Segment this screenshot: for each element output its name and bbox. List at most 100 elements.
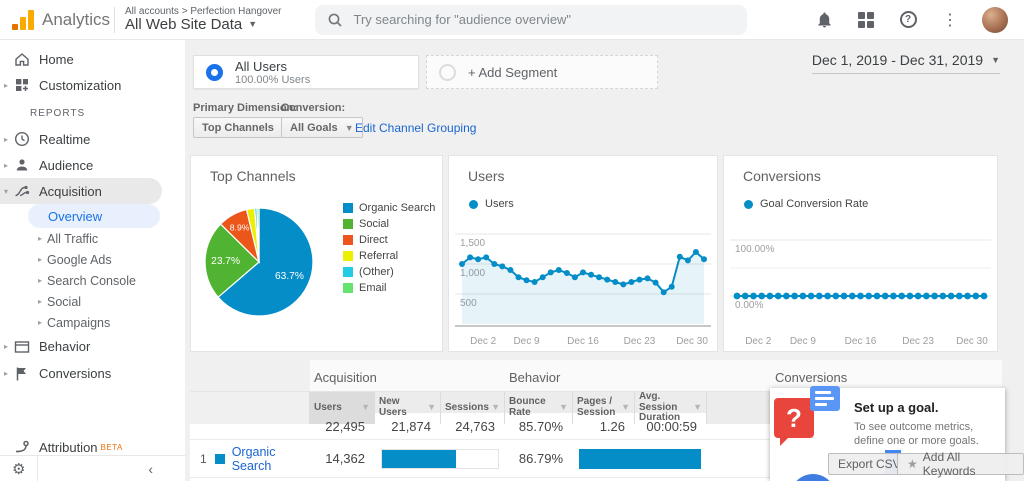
sidebar-item-conversions[interactable]: ▸ Conversions [0,360,185,387]
legend-item[interactable]: Email [343,282,435,294]
chevron-down-icon: ▼ [248,19,258,30]
sidebar-item-all-traffic[interactable]: ▸ All Traffic [0,228,185,249]
users-line-chart[interactable]: 1,5001,000500Dec 2Dec 9Dec 16Dec 23Dec 3… [455,216,711,348]
svg-text:Dec 23: Dec 23 [902,336,934,347]
conversions-line-chart[interactable]: 100.00% 0.00% Dec 2 Dec 9 Dec 16 Dec 23 Dec 30 [730,216,991,348]
main-content: All Users 100.00% Users + Add Segment De… [185,40,1024,481]
chevron-down-icon: ▼ [991,55,1000,65]
sidebar-item-social[interactable]: ▸ Social [0,291,185,312]
sort-icon: ▼ [427,402,436,413]
search-icon [329,13,343,27]
legend-item[interactable]: Social [343,218,435,230]
search-bar[interactable] [315,4,748,35]
legend-item[interactable]: (Other) [343,266,435,278]
sidebar-item-label: Google Ads [47,252,112,267]
sidebar-item-customization[interactable]: ▸ Customization [0,72,185,98]
acquisition-icon [15,185,30,197]
segment-ring-icon [206,63,223,81]
collapse-caret-icon: ▾ [4,186,9,196]
notifications-bell-icon[interactable] [814,10,834,30]
svg-text:Dec 9: Dec 9 [513,336,540,347]
row-bounce-rate: 86.79% [518,451,563,466]
add-segment-button[interactable]: + Add Segment [426,55,658,89]
sidebar-item-google-ads[interactable]: ▸ Google Ads [0,249,185,270]
sidebar-item-label: Overview [48,208,103,224]
sidebar-item-audience[interactable]: ▸ Audience [0,152,185,178]
sidebar-item-realtime[interactable]: ▸ Realtime [0,126,185,152]
sidebar-item-label: All Traffic [47,231,99,246]
panel-title: Top Channels [210,168,296,184]
top-channels-panel: Top Channels 63.7% 23.7% 8.9% Organic Sear… [190,155,443,352]
svg-text:8.9%: 8.9% [230,223,250,233]
legend-label: (Other) [359,266,394,278]
search-input[interactable] [353,12,736,27]
svg-text:Dec 30: Dec 30 [956,336,988,347]
help-icon[interactable]: ? [898,10,918,30]
legend-swatch [343,203,353,213]
sidebar-item-campaigns[interactable]: ▸ Campaigns [0,312,185,333]
edit-channel-grouping-link[interactable]: Edit Channel Grouping [355,121,476,135]
users-panel: Users Users 1,5001,000500Dec 2Dec 9Dec 1… [448,155,718,352]
total-new-users: 21,874 [391,418,431,434]
conversions-flag-icon [16,367,26,380]
channel-link-organic-search[interactable]: Organic Search [232,445,310,473]
conversion-dropdown[interactable]: All Goals ▼ [281,117,363,138]
svg-text:Dec 2: Dec 2 [470,336,497,347]
header-divider [114,6,115,33]
conversions-panel: Conversions Goal Conversion Rate 100.00%… [723,155,998,352]
property-selector[interactable]: All Web Site Data [125,16,242,34]
goal-flag-icon: ⚑ [790,474,836,481]
segment-all-users[interactable]: All Users 100.00% Users [193,55,419,89]
sidebar-item-home[interactable]: Home [0,46,185,72]
add-all-keywords-button[interactable]: ★ Add All Keywords [897,450,1024,478]
pie-legend: Organic Search Social Direct Referral (O… [343,202,435,298]
new-users-bar-fill [382,449,457,468]
sidebar-item-label: Home [39,51,74,67]
sidebar-item-label: Audience [39,157,94,173]
audience-person-icon [16,159,28,171]
beta-badge: BETA [100,442,123,452]
sort-desc-icon: ▼ [361,402,370,413]
legend-swatch [343,235,353,245]
legend-item[interactable]: Direct [343,234,435,246]
sidebar-item-label: Social [47,294,82,309]
attribution-icon [16,440,29,453]
sidebar-item-label: Behavior [39,339,91,354]
more-options-kebab-icon[interactable]: ⋮ [940,10,960,30]
sort-icon: ▼ [621,402,630,413]
collapse-sidebar-icon[interactable]: ‹ [148,461,153,477]
product-name: Analytics [42,9,111,29]
conversions-legend: Goal Conversion Rate [744,198,868,210]
expand-caret-icon: ▸ [38,318,43,327]
star-icon: ★ [907,457,918,471]
legend-label: Email [359,282,387,294]
sidebar-item-label: Acquisition [39,183,102,199]
goal-card-body: To see outcome metrics, define one or mo… [854,421,979,448]
sort-icon: ▼ [491,402,500,413]
total-sessions: 24,763 [455,418,495,434]
admin-gear-icon[interactable]: ⚙ [12,460,25,478]
group-header-conversions: Conversions [775,370,848,385]
account-breadcrumb[interactable]: All accounts > Perfection Hangover All W… [125,6,281,34]
chevron-down-icon: ▼ [344,122,354,133]
sidebar-item-acquisition[interactable]: ▾ Acquisition [0,178,162,204]
legend-item[interactable]: Organic Search [343,202,435,214]
behavior-window-icon [14,340,30,353]
sidebar-item-search-console[interactable]: ▸ Search Console [0,270,185,291]
user-avatar[interactable] [982,6,1008,33]
analytics-logo-icon [12,9,34,30]
date-range-value: Dec 1, 2019 - Dec 31, 2019 [811,52,984,68]
sidebar-item-behavior[interactable]: ▸ Behavior [0,333,185,360]
sidebar-item-overview-active[interactable]: Overview [28,204,160,228]
top-channels-pie[interactable]: 63.7% 23.7% 8.9% [203,206,315,318]
apps-grid-icon[interactable] [856,10,876,30]
expand-caret-icon: ▸ [4,134,9,144]
legend-item[interactable]: Referral [343,250,435,262]
total-pages-session: 1.26 [599,418,625,434]
svg-text:0.00%: 0.00% [735,300,763,311]
total-avg-duration: 00:00:59 [646,418,697,434]
date-range-picker[interactable]: Dec 1, 2019 - Dec 31, 2019 ▼ [811,52,1000,74]
total-bounce-rate: 85.70% [518,418,563,434]
analytics-logo[interactable]: Analytics [0,9,112,30]
expand-caret-icon: ▸ [4,160,9,170]
